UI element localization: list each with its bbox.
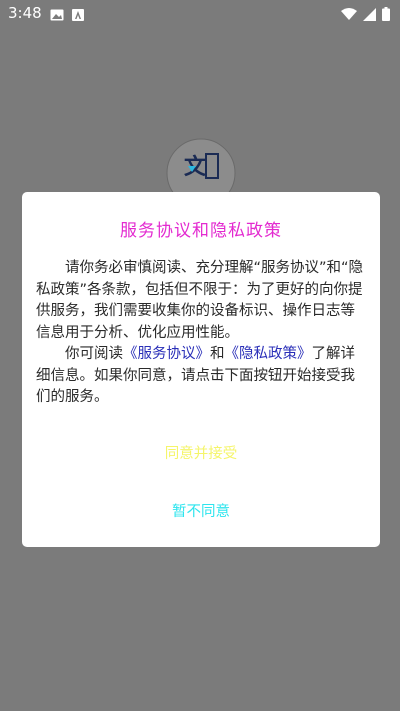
privacy-dialog: 服务协议和隐私政策 请你务必审慎阅读、充分理解“服务协议”和“隐私政策”各条款，… [22,192,380,547]
paragraph-2-prefix: 你可阅读 [65,346,123,362]
decline-button[interactable]: 暂不同意 [22,500,380,521]
image-icon [50,6,64,25]
status-left-icons [50,6,84,25]
accept-button[interactable]: 同意并接受 [22,442,380,463]
status-bar: 3:48 [0,0,400,28]
status-time: 3:48 [8,4,42,22]
signal-icon [363,6,376,25]
dialog-body: 请你务必审慎阅读、充分理解“服务协议”和“隐私政策”各条款，包括但不限于：为了更… [36,258,368,409]
app-logo: 文 [166,138,236,208]
dialog-title: 服务协议和隐私政策 [120,221,282,241]
dialog-paragraph-2: 你可阅读《服务协议》和《隐私政策》了解详细信息。如果你同意，请点击下面按钮开始接… [36,344,368,409]
svg-text:文: 文 [184,154,207,180]
privacy-policy-link[interactable]: 《隐私政策》 [225,346,312,362]
service-agreement-link[interactable]: 《服务协议》 [123,346,210,362]
dialog-paragraph-1: 请你务必审慎阅读、充分理解“服务协议”和“隐私政策”各条款，包括但不限于：为了更… [36,260,364,341]
and-text: 和 [210,346,225,362]
a-badge-icon [72,6,84,25]
status-right-icons [341,6,390,25]
wifi-icon [341,6,357,25]
battery-icon [382,6,390,25]
